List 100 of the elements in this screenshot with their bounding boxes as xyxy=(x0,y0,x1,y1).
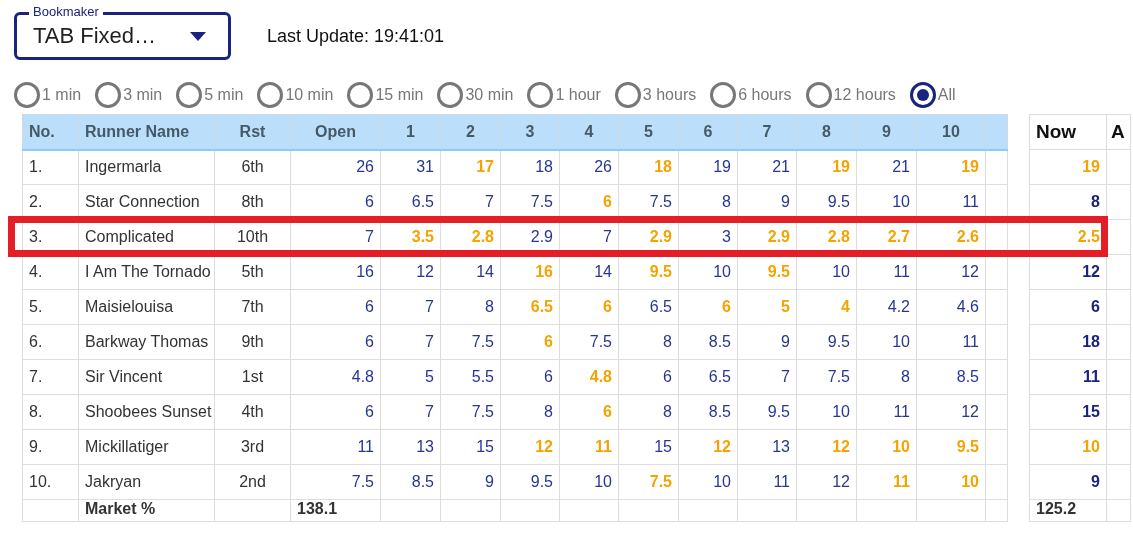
column-header: 8 xyxy=(796,114,857,150)
row-number: 9. xyxy=(22,429,79,465)
radio-button[interactable] xyxy=(437,82,464,108)
price-cell: 21 xyxy=(737,149,797,185)
price-cell: 17 xyxy=(440,149,501,185)
interval-option[interactable]: 15 min xyxy=(347,82,424,108)
price-cell: 19 xyxy=(678,149,738,185)
radio-button[interactable] xyxy=(710,82,737,108)
interval-option[interactable]: All xyxy=(909,82,956,108)
price-cell: 6 xyxy=(500,324,560,360)
interval-option[interactable]: 1 min xyxy=(14,82,82,108)
price-cell: 9.5 xyxy=(500,464,560,500)
price-cell: 6 xyxy=(618,359,679,395)
price-cell: 6.5 xyxy=(618,289,679,325)
price-cell: 9 xyxy=(737,324,797,360)
row-number: 6. xyxy=(22,324,79,360)
price-cell: 21 xyxy=(856,149,917,185)
price-cell: 19 xyxy=(916,149,986,185)
caret-icon xyxy=(190,31,206,41)
now-price-cell: 15 xyxy=(1029,394,1107,430)
price-cell: 16 xyxy=(500,254,560,290)
price-cell: 6.5 xyxy=(500,289,560,325)
price-cell: 4.6 xyxy=(916,289,986,325)
column-header: 4 xyxy=(559,114,619,150)
price-cell: 6 xyxy=(559,289,619,325)
price-cell: 12 xyxy=(500,429,560,465)
market-percent-value: 125.2 xyxy=(1029,499,1107,522)
price-cell: 8 xyxy=(856,359,917,395)
radio-button[interactable] xyxy=(176,82,203,108)
rank-cell: 2nd xyxy=(214,464,291,500)
price-cell: 8.5 xyxy=(678,324,738,360)
price-cell: 12 xyxy=(796,429,857,465)
column-header: 2 xyxy=(440,114,501,150)
interval-option[interactable]: 3 min xyxy=(95,82,163,108)
price-cell: 11 xyxy=(737,464,797,500)
price-cell: 8 xyxy=(618,324,679,360)
column-header: A xyxy=(1106,114,1131,150)
column-header: 9 xyxy=(856,114,917,150)
price-cell: 10 xyxy=(796,254,857,290)
price-cell: 7 xyxy=(380,324,441,360)
price-cell: 7.5 xyxy=(440,394,501,430)
price-cell: 11 xyxy=(856,394,917,430)
price-cell: 6.5 xyxy=(678,359,738,395)
price-cell: 10 xyxy=(916,464,986,500)
runner-name: Barkway Thomas xyxy=(78,324,215,360)
interval-option[interactable]: 30 min xyxy=(437,82,514,108)
price-cell: 7 xyxy=(380,289,441,325)
price-cell: 5.5 xyxy=(440,359,501,395)
radio-button[interactable] xyxy=(14,82,40,108)
price-cell: 8 xyxy=(440,289,501,325)
price-cell: 7.5 xyxy=(618,464,679,500)
price-cell: 8 xyxy=(618,394,679,430)
interval-option[interactable]: 12 hours xyxy=(805,82,896,108)
radio-button[interactable] xyxy=(347,82,374,108)
price-cell: 11 xyxy=(559,429,619,465)
rank-cell: 9th xyxy=(214,324,291,360)
price-cell: 14 xyxy=(440,254,501,290)
runner-name: Shoobees Sunset xyxy=(78,394,215,430)
row-number: 8. xyxy=(22,394,79,430)
price-cell: 11 xyxy=(856,254,917,290)
price-cell: 13 xyxy=(737,429,797,465)
column-header: 7 xyxy=(737,114,797,150)
price-cell: 26 xyxy=(559,149,619,185)
rank-cell: 4th xyxy=(214,394,291,430)
radio-button[interactable] xyxy=(257,82,284,108)
price-cell: 18 xyxy=(500,149,560,185)
row-number: 1. xyxy=(22,149,79,185)
rank-cell: 1st xyxy=(214,359,291,395)
price-cell: 8.5 xyxy=(916,359,986,395)
radio-button[interactable] xyxy=(614,82,641,108)
price-cell: 11 xyxy=(916,324,986,360)
price-cell: 15 xyxy=(618,429,679,465)
price-cell: 26 xyxy=(290,149,381,185)
interval-option[interactable]: 6 hours xyxy=(710,82,792,108)
column-header: 10 xyxy=(916,114,986,150)
price-cell: 12 xyxy=(678,429,738,465)
row-number: 7. xyxy=(22,359,79,395)
interval-option[interactable]: 1 hour xyxy=(527,82,601,108)
price-cell: 10 xyxy=(856,324,917,360)
price-cell: 10 xyxy=(678,254,738,290)
row-number: 5. xyxy=(22,289,79,325)
runner-name: Sir Vincent xyxy=(78,359,215,395)
interval-option[interactable]: 5 min xyxy=(176,82,244,108)
price-cell: 10 xyxy=(856,429,917,465)
column-header: Rst xyxy=(214,114,291,150)
price-cell: 10 xyxy=(678,464,738,500)
radio-button[interactable] xyxy=(95,82,122,108)
price-cell: 4.8 xyxy=(559,359,619,395)
interval-option[interactable]: 10 min xyxy=(257,82,334,108)
radio-button[interactable] xyxy=(527,82,554,108)
now-price-cell: 6 xyxy=(1029,289,1107,325)
column-header: Now xyxy=(1029,114,1107,150)
rank-cell: 3rd xyxy=(214,429,291,465)
price-cell: 5 xyxy=(737,289,797,325)
column-header: No. xyxy=(22,114,79,150)
radio-button[interactable] xyxy=(909,82,936,108)
radio-button[interactable] xyxy=(805,82,832,108)
interval-option[interactable]: 3 hours xyxy=(614,82,697,108)
last-update-text: Last Update: 19:41:01 xyxy=(267,25,445,47)
runner-name: Mickillatiger xyxy=(78,429,215,465)
